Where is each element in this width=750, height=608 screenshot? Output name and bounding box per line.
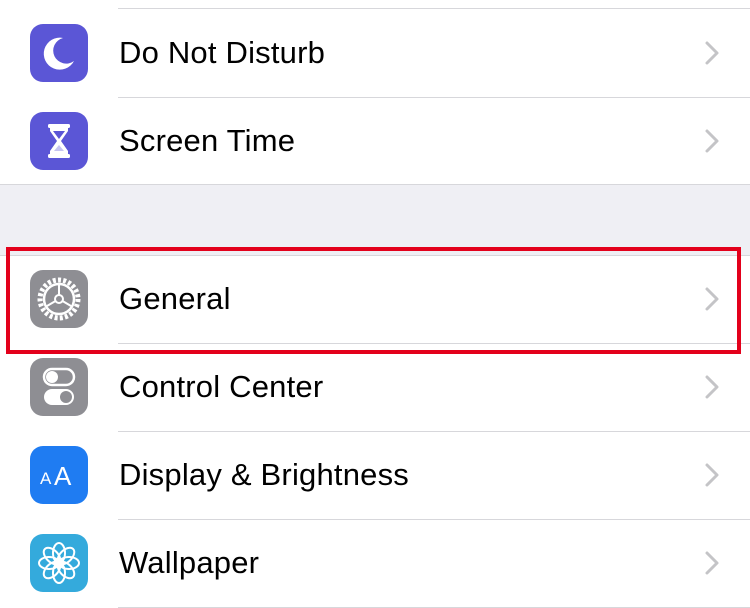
chevron-right-icon [705, 41, 719, 65]
settings-row-do-not-disturb[interactable]: Do Not Disturb [0, 9, 750, 97]
moon-icon [30, 24, 88, 82]
section-spacer [0, 185, 750, 255]
flower-icon [30, 534, 88, 592]
toggle-switches-icon [30, 358, 88, 416]
chevron-right-icon [705, 375, 719, 399]
settings-row-screen-time[interactable]: Screen Time [0, 97, 750, 185]
chevron-right-icon [705, 129, 719, 153]
chevron-right-icon [705, 551, 719, 575]
settings-row-label: General [119, 281, 231, 316]
settings-row-label: Screen Time [119, 123, 296, 158]
hourglass-icon [30, 112, 88, 170]
settings-row-wallpaper[interactable]: Wallpaper [0, 519, 750, 607]
settings-group-focus: Do Not Disturb Screen Time [0, 0, 750, 185]
svg-text:A: A [54, 461, 72, 491]
settings-row-label: Wallpaper [119, 545, 260, 580]
settings-row-label: Do Not Disturb [119, 35, 326, 70]
settings-row-display-brightness[interactable]: A A Display & Brightness [0, 431, 750, 519]
settings-group-general: General Control Center A A Display & Bri… [0, 255, 750, 608]
text-size-icon: A A [30, 446, 88, 504]
gear-icon [30, 270, 88, 328]
settings-row-control-center[interactable]: Control Center [0, 343, 750, 431]
settings-row-general[interactable]: General [0, 255, 750, 343]
settings-row-label: Control Center [119, 369, 324, 404]
settings-row-label: Display & Brightness [119, 457, 410, 492]
chevron-right-icon [705, 287, 719, 311]
svg-text:A: A [40, 469, 52, 488]
chevron-right-icon [705, 463, 719, 487]
